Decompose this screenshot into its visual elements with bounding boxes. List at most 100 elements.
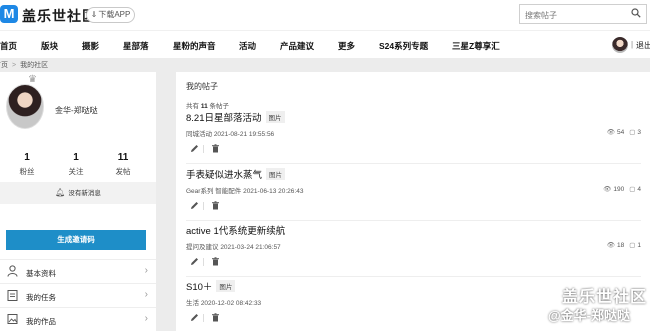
comment-count: 3 — [637, 129, 641, 136]
post-time: 2020-12-02 08:42:33 — [200, 300, 262, 307]
image-icon — [7, 314, 18, 324]
post-title[interactable]: 手表疑似进水蒸气 — [186, 170, 262, 181]
menu-item-label: 基本资料 — [26, 269, 56, 278]
breadcrumb-home[interactable]: 首页 — [0, 62, 8, 69]
nav-item-fan-voice[interactable]: 星粉的声音 — [173, 40, 216, 52]
post-category[interactable]: 同城活动 — [186, 131, 212, 138]
delete-icon[interactable] — [211, 201, 220, 210]
watermark-title: 盖乐世社区 — [562, 289, 648, 306]
post-category[interactable]: 提问及建议 — [186, 244, 219, 251]
stat-followers[interactable]: 1 粉丝 — [7, 152, 47, 177]
eye-icon: 👁︎ — [606, 129, 615, 136]
nav-item-z-exclusive[interactable]: 三星Z尊享汇 — [452, 40, 500, 52]
top-bar: M 盖乐世社区 ⇓下载APP — [0, 0, 650, 30]
post-item[interactable]: 手表疑似进水蒸气 图片 Gear系列 智能配件 2021-06-13 20:26:… — [186, 167, 641, 221]
stat-value: 1 — [24, 152, 30, 163]
post-time: 2021-06-13 20:26:43 — [243, 188, 304, 195]
divider — [186, 163, 641, 164]
chevron-right-icon: › — [144, 265, 148, 276]
post-title[interactable]: active 1代系统更新续航 — [186, 226, 285, 237]
post-stats: 👁︎ 18 ▢ 1 — [607, 241, 641, 249]
divider — [203, 145, 204, 153]
delete-icon[interactable] — [211, 144, 220, 153]
comment-count: 4 — [637, 186, 641, 193]
nav-item-star-tribe[interactable]: 星部落 — [123, 40, 149, 52]
post-item[interactable]: 8.21日星部落活动 图片 同城活动 2021-08-21 19:55:56 👁︎… — [186, 110, 641, 164]
post-category[interactable]: 生活 — [186, 300, 199, 307]
edit-icon[interactable] — [190, 201, 199, 210]
menu-item-my-tasks[interactable]: 我的任务 › — [0, 283, 156, 307]
download-app-label: 下载APP — [98, 10, 131, 19]
nav-item-suggestions[interactable]: 产品建议 — [280, 40, 314, 52]
profile-panel: ♛ 金华-郑哒哒 1 粉丝 1 关注 11 发帖 🔔︎ 没有新消息 生成邀请码 基… — [0, 72, 156, 331]
stat-label: 粉丝 — [19, 167, 35, 176]
divider — [203, 314, 204, 322]
username: 金华-郑哒哒 — [55, 106, 98, 115]
post-item[interactable]: active 1代系统更新续航 提问及建议 2021-03-24 21:06:5… — [186, 223, 641, 277]
post-count-prefix: 共有 — [186, 103, 199, 110]
post-title[interactable]: 8.21日星部落活动 — [186, 113, 262, 124]
post-count-suffix: 条帖子 — [209, 103, 230, 110]
breadcrumb: 首页 >我的社区 — [0, 60, 48, 70]
generate-invite-code-button[interactable]: 生成邀请码 — [6, 230, 146, 250]
stat-following[interactable]: 1 关注 — [56, 152, 96, 177]
view-count: 54 — [616, 129, 625, 136]
search-box[interactable] — [519, 4, 647, 25]
nav-item-boards[interactable]: 版块 — [41, 40, 58, 52]
post-stats: 👁︎ 54 ▢ 3 — [607, 128, 641, 136]
logout-link[interactable]: 退出 — [636, 40, 650, 51]
post-actions — [186, 201, 641, 211]
message-text: 没有新消息 — [68, 190, 101, 197]
message-bar[interactable]: 🔔︎ 没有新消息 — [0, 182, 156, 204]
stat-posts[interactable]: 11 发帖 — [103, 152, 143, 177]
breadcrumb-separator: > — [12, 62, 17, 69]
delete-icon[interactable] — [211, 257, 220, 266]
post-time: 2021-08-21 19:55:56 — [213, 131, 275, 138]
post-count-value: 11 — [200, 103, 208, 110]
chevron-right-icon: › — [144, 313, 148, 324]
clipboard-icon — [7, 290, 18, 301]
user-icon — [7, 265, 18, 277]
stat-value: 1 — [73, 152, 79, 163]
nav-item-more[interactable]: 更多 — [338, 40, 355, 52]
main-nav: 首页 版块 摄影 星部落 星粉的声音 活动 产品建议 更多 S24系列专题 三星… — [0, 30, 650, 58]
download-icon: ⇓ — [90, 10, 98, 19]
post-time: 2021-03-24 21:06:57 — [220, 244, 281, 251]
edit-icon[interactable] — [190, 313, 199, 322]
nav-item-s24-topic[interactable]: S24系列专题 — [379, 40, 428, 52]
breadcrumb-current: 我的社区 — [20, 62, 49, 69]
nav-separator: | — [631, 40, 634, 49]
nav-item-home[interactable]: 首页 — [0, 40, 17, 52]
delete-icon[interactable] — [211, 313, 220, 322]
nav-item-events[interactable]: 活动 — [239, 40, 256, 52]
chevron-right-icon: › — [144, 289, 148, 300]
post-category[interactable]: Gear系列 智能配件 — [186, 188, 241, 195]
stat-label: 发帖 — [115, 167, 131, 176]
comment-icon: ▢ — [629, 242, 636, 249]
search-input[interactable] — [520, 6, 630, 25]
edit-icon[interactable] — [190, 144, 199, 153]
image-badge: 图片 — [265, 111, 285, 123]
avatar[interactable] — [6, 84, 44, 129]
eye-icon: 👁︎ — [606, 242, 615, 249]
crown-icon: ♛ — [28, 74, 37, 85]
post-actions — [186, 257, 641, 267]
eye-icon: 👁︎ — [603, 186, 612, 193]
divider — [203, 202, 204, 210]
post-count: 共有 11 条帖子 — [186, 100, 229, 110]
download-app-button[interactable]: ⇓下载APP — [86, 7, 135, 23]
search-icon[interactable] — [631, 8, 641, 18]
menu-item-label: 我的任务 — [26, 293, 56, 302]
menu-item-label: 我的作品 — [26, 317, 56, 326]
edit-icon[interactable] — [190, 257, 199, 266]
menu-item-basic-info[interactable]: 基本资料 › — [0, 259, 156, 283]
stat-label: 关注 — [68, 167, 84, 176]
post-title[interactable]: S10＋ — [186, 282, 212, 293]
site-logo[interactable]: M — [0, 5, 18, 23]
user-avatar-small[interactable] — [612, 37, 628, 53]
stat-value: 11 — [117, 152, 129, 163]
divider — [203, 258, 204, 266]
nav-item-photography[interactable]: 摄影 — [82, 40, 99, 52]
menu-item-my-works[interactable]: 我的作品 › — [0, 307, 156, 331]
comment-icon: ▢ — [629, 129, 636, 136]
